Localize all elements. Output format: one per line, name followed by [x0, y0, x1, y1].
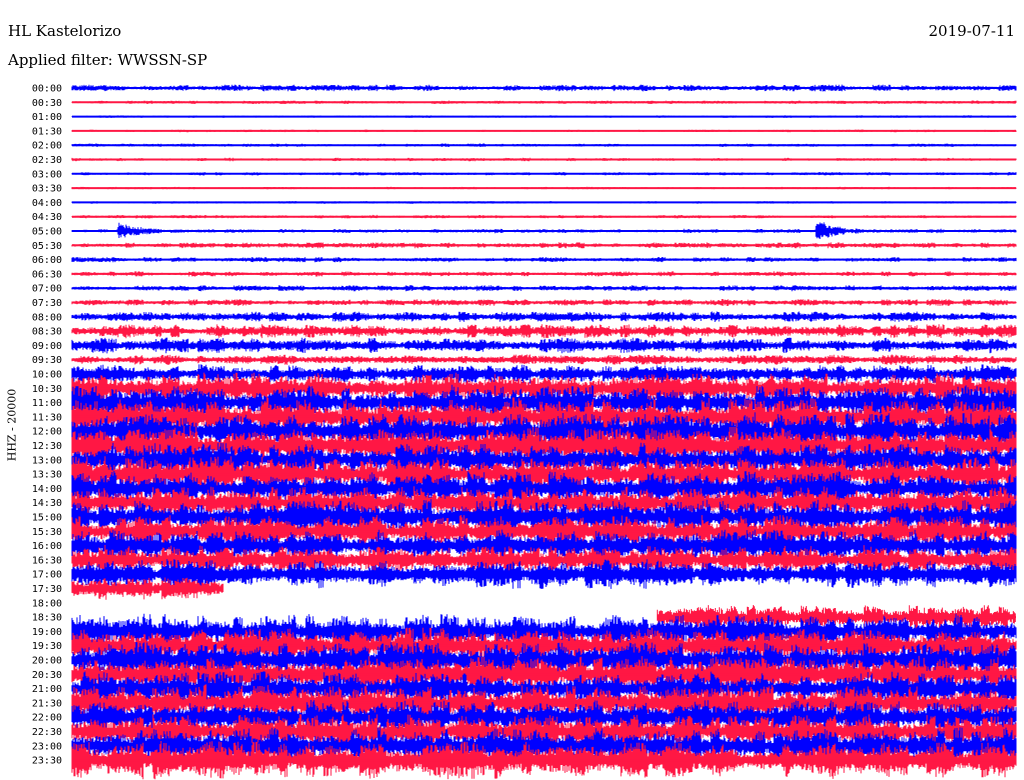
time-tick-label: 07:30 [32, 298, 62, 309]
time-tick-label: 01:30 [32, 126, 62, 137]
time-tick-label: 04:00 [32, 198, 62, 209]
time-tick-label: 01:00 [32, 112, 62, 123]
time-tick-label: 23:00 [32, 741, 62, 752]
helicorder-plot: 00:00 00:30 01:00 01:30 02:00 02:30 03:00 03:30… [32, 84, 1017, 780]
time-tick-label: 13:00 [32, 455, 62, 466]
traces [71, 84, 1017, 780]
time-tick-label: 13:30 [32, 470, 62, 481]
time-tick-label: 12:00 [32, 427, 62, 438]
time-tick-label: 08:30 [32, 327, 62, 338]
time-tick-label: 16:00 [32, 541, 62, 552]
time-tick-label: 00:30 [32, 98, 62, 109]
time-tick-label: 21:30 [32, 698, 62, 709]
time-tick-label: 05:30 [32, 241, 62, 252]
time-tick-label: 05:00 [32, 227, 62, 238]
time-tick-label: 20:30 [32, 670, 62, 681]
time-tick-label: 20:00 [32, 656, 62, 667]
time-tick-label: 07:00 [32, 284, 62, 295]
time-tick-label: 03:00 [32, 169, 62, 180]
time-tick-label: 22:30 [32, 727, 62, 738]
time-tick-label: 12:30 [32, 441, 62, 452]
time-tick-label: 10:00 [32, 370, 62, 381]
time-tick-label: 10:30 [32, 384, 62, 395]
time-tick-label: 06:30 [32, 269, 62, 280]
time-tick-label: 14:30 [32, 498, 62, 509]
time-tick-label: 18:00 [32, 598, 62, 609]
time-tick-label: 03:30 [32, 184, 62, 195]
time-tick-label: 22:00 [32, 713, 62, 724]
time-tick-label: 16:30 [32, 555, 62, 566]
time-tick-label: 11:30 [32, 412, 62, 423]
time-tick-label: 17:00 [32, 570, 62, 581]
time-tick-label: 02:00 [32, 141, 62, 152]
time-tick-label: 23:30 [32, 756, 62, 767]
time-tick-label: 04:30 [32, 212, 62, 223]
time-tick-label: 09:30 [32, 355, 62, 366]
time-tick-label: 15:00 [32, 513, 62, 524]
time-tick-label: 08:00 [32, 312, 62, 323]
time-tick-label: 21:00 [32, 684, 62, 695]
time-tick-label: 02:30 [32, 155, 62, 166]
time-tick-label: 18:30 [32, 613, 62, 624]
time-tick-label: 19:00 [32, 627, 62, 638]
time-tick-label: 09:00 [32, 341, 62, 352]
time-tick-labels: 00:00 00:30 01:00 01:30 02:00 02:30 03:00 03:30… [32, 84, 62, 767]
time-tick-label: 14:00 [32, 484, 62, 495]
time-tick-label: 11:00 [32, 398, 62, 409]
time-tick-label: 19:30 [32, 641, 62, 652]
time-tick-label: 15:30 [32, 527, 62, 538]
time-tick-label: 00:00 [32, 84, 62, 95]
time-tick-label: 17:30 [32, 584, 62, 595]
time-tick-label: 06:00 [32, 255, 62, 266]
